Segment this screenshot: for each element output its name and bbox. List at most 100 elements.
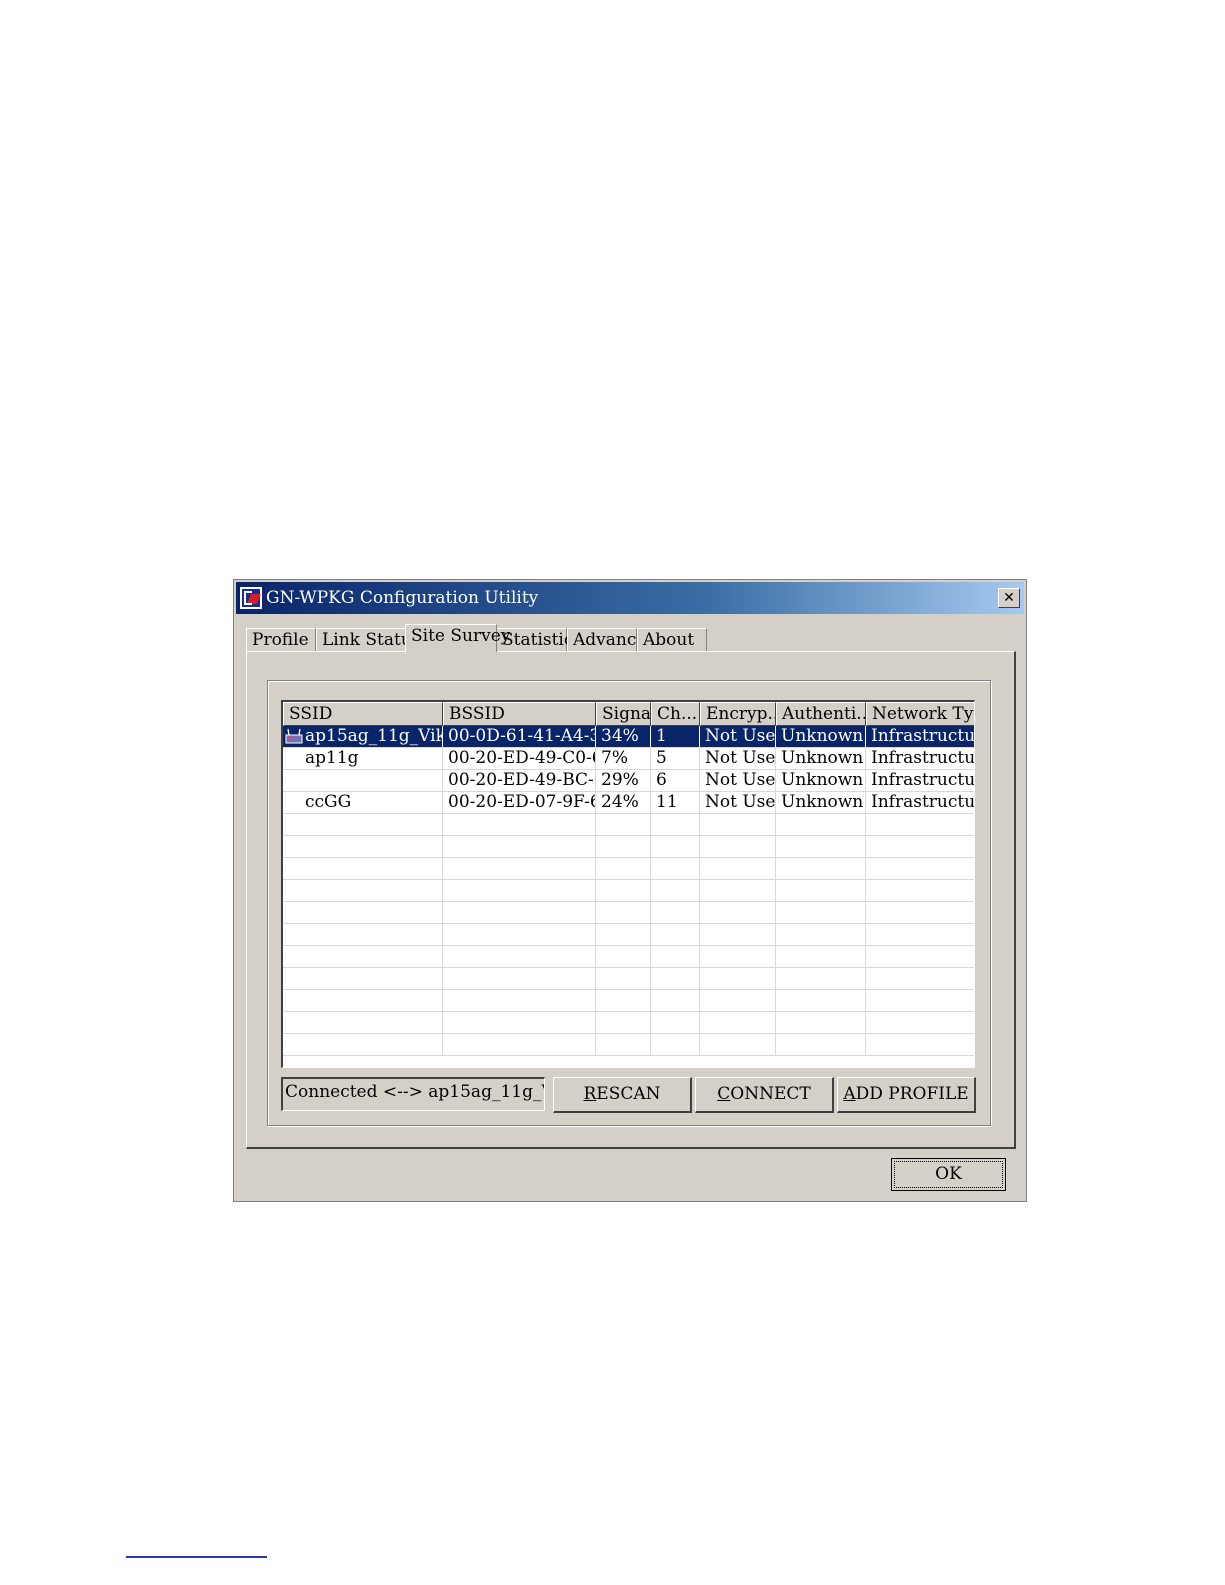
column-header-network-type[interactable]: Network Type: [866, 702, 974, 726]
cell-network-type: Infrastructure: [866, 770, 974, 791]
empty-cell: [443, 946, 596, 967]
empty-row: [283, 924, 974, 946]
empty-cell: [866, 814, 974, 835]
table-row[interactable]: ccGG00-20-ED-07-9F-6E24%11Not UseUnknown…: [283, 792, 974, 814]
empty-cell: [651, 902, 700, 923]
empty-cell: [283, 990, 443, 1011]
empty-cell: [651, 1034, 700, 1055]
empty-row: [283, 858, 974, 880]
column-header-signal[interactable]: Signal: [596, 702, 651, 726]
tab-about[interactable]: About: [637, 628, 707, 652]
empty-cell: [596, 902, 651, 923]
add-profile-button[interactable]: ADD PROFILE: [837, 1077, 976, 1113]
ok-label: K: [949, 1164, 962, 1184]
cell-bssid: 00-20-ED-07-9F-6E: [443, 792, 596, 813]
cell-signal: 34%: [596, 726, 651, 747]
cell-encryption: Not Use: [700, 792, 776, 813]
ok-button[interactable]: OK: [891, 1158, 1006, 1191]
window-title: GN-WPKG Configuration Utility: [266, 588, 539, 608]
empty-cell: [651, 880, 700, 901]
cell-encryption: Not Use: [700, 748, 776, 769]
empty-cell: [776, 880, 866, 901]
empty-cell: [443, 902, 596, 923]
tab-profile[interactable]: Profile: [246, 628, 316, 652]
empty-cell: [596, 946, 651, 967]
empty-row: [283, 814, 974, 836]
empty-cell: [596, 836, 651, 857]
empty-cell: [651, 968, 700, 989]
cell-signal: 7%: [596, 748, 651, 769]
empty-cell: [443, 924, 596, 945]
empty-cell: [700, 858, 776, 879]
title-bar[interactable]: GN-WPKG Configuration Utility ✕: [236, 582, 1024, 614]
close-button[interactable]: ✕: [998, 588, 1020, 608]
empty-cell: [283, 858, 443, 879]
empty-cell: [651, 858, 700, 879]
ok-mnemonic: O: [935, 1164, 950, 1184]
empty-cell: [776, 968, 866, 989]
empty-cell: [700, 968, 776, 989]
empty-cell: [776, 1034, 866, 1055]
column-header-authentication[interactable]: Authenti...: [776, 702, 866, 726]
table-row[interactable]: ap11g00-20-ED-49-C0-627%5Not UseUnknownI…: [283, 748, 974, 770]
cell-network-type: Infrastructure: [866, 792, 974, 813]
tab-site-survey[interactable]: Site Survey: [405, 624, 510, 652]
empty-cell: [866, 902, 974, 923]
empty-cell: [443, 836, 596, 857]
ok-focus-rect: OK: [894, 1161, 1003, 1188]
empty-cell: [866, 924, 974, 945]
cell-channel: 6: [651, 770, 700, 791]
empty-cell: [283, 1034, 443, 1055]
cell-ssid: [283, 770, 443, 791]
connect-label: ONNECT: [730, 1084, 811, 1104]
column-header-encryption[interactable]: Encryp...: [700, 702, 776, 726]
empty-cell: [283, 880, 443, 901]
empty-row: [283, 1034, 974, 1056]
cell-bssid: 00-0D-61-41-A4-35: [443, 726, 596, 747]
tab-link-status[interactable]: Link Status: [316, 628, 421, 652]
table-row[interactable]: 00-20-ED-49-BC-6829%6Not UseUnknownInfra…: [283, 770, 974, 792]
empty-cell: [443, 990, 596, 1011]
page-footer-rule: [126, 1556, 267, 1558]
rescan-button[interactable]: RESCAN: [553, 1077, 692, 1113]
empty-cell: [443, 814, 596, 835]
empty-cell: [596, 990, 651, 1011]
tab-advance[interactable]: Advance: [567, 628, 646, 652]
cell-signal: 29%: [596, 770, 651, 791]
empty-cell: [776, 990, 866, 1011]
connection-status: Connected <--> ap15ag_11g_Vikin: [281, 1077, 545, 1111]
empty-cell: [866, 880, 974, 901]
cell-bssid: 00-20-ED-49-BC-68: [443, 770, 596, 791]
cell-authentication: Unknown: [776, 726, 866, 747]
cell-signal: 24%: [596, 792, 651, 813]
tab-label: About: [643, 630, 695, 650]
cell-encryption: Not Use: [700, 770, 776, 791]
empty-cell: [596, 880, 651, 901]
table-row[interactable]: ap15ag_11g_Vikin00-0D-61-41-A4-3534%1Not…: [283, 726, 974, 748]
site-survey-list[interactable]: SSID BSSID Signal Ch... Encryp... Authen…: [281, 700, 975, 1068]
empty-cell: [700, 924, 776, 945]
empty-cell: [700, 902, 776, 923]
empty-cell: [700, 990, 776, 1011]
cell-ssid: ap15ag_11g_Vikin: [283, 726, 443, 747]
column-header-channel[interactable]: Ch...: [651, 702, 700, 726]
empty-row: [283, 902, 974, 924]
site-survey-group: SSID BSSID Signal Ch... Encryp... Authen…: [267, 680, 991, 1126]
connect-button[interactable]: CONNECT: [695, 1077, 834, 1113]
cell-ssid: ccGG: [283, 792, 443, 813]
close-icon: ✕: [1003, 590, 1015, 606]
config-utility-window: GN-WPKG Configuration Utility ✕ Profile …: [233, 579, 1027, 1202]
cell-bssid: 00-20-ED-49-C0-62: [443, 748, 596, 769]
empty-cell: [866, 990, 974, 1011]
column-header-bssid[interactable]: BSSID: [443, 702, 596, 726]
empty-cell: [443, 858, 596, 879]
empty-cell: [866, 968, 974, 989]
cell-authentication: Unknown: [776, 792, 866, 813]
empty-cell: [596, 1034, 651, 1055]
cell-network-type: Infrastructure: [866, 726, 974, 747]
empty-cell: [283, 924, 443, 945]
tab-label: Profile: [252, 630, 309, 650]
empty-cell: [700, 1012, 776, 1033]
column-header-ssid[interactable]: SSID: [283, 702, 443, 726]
empty-cell: [596, 924, 651, 945]
